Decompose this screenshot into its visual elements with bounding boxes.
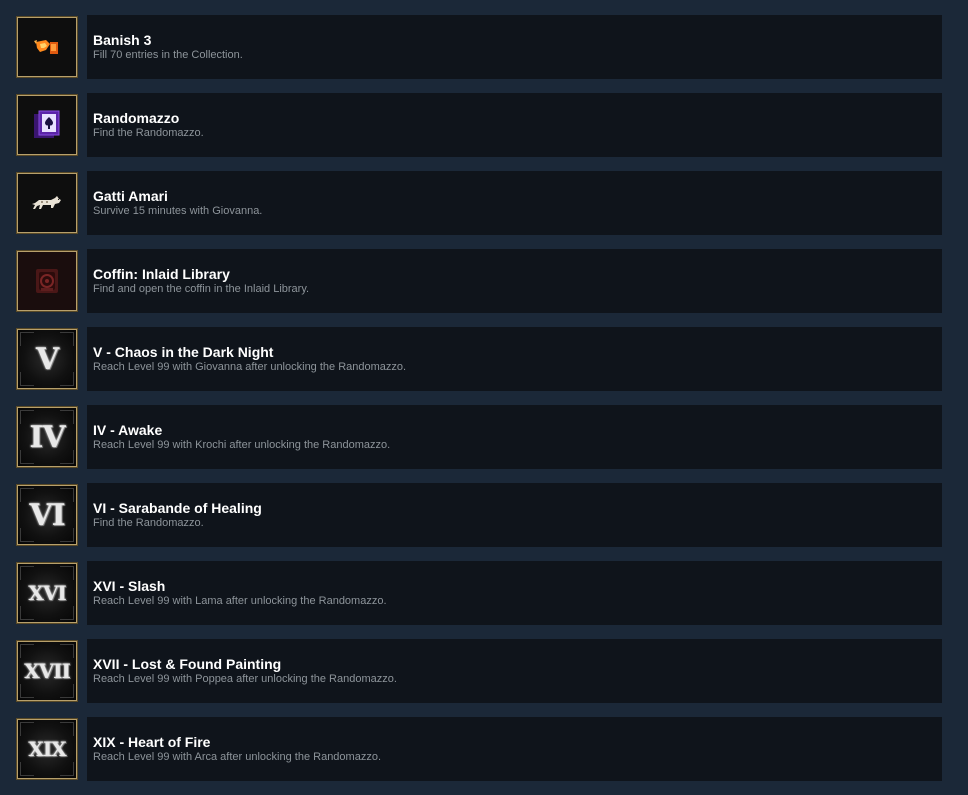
achievement-title: XVII - Lost & Found Painting [93, 656, 282, 672]
achievement-list: Banish 3 Fill 70 entries in the Collecti… [0, 0, 968, 795]
roman-xix-icon: XIX [18, 720, 76, 778]
achievement-row: Randomazzo Find the Randomazzo. [16, 93, 942, 157]
achievement-row: XIX XIX - Heart of Fire Reach Level 99 w… [16, 717, 942, 781]
roman-xvi-icon: XVI [18, 564, 76, 622]
randomazzo-card-icon [18, 96, 76, 154]
achievement-title: Gatti Amari [93, 188, 168, 204]
achievement-icon-frame [16, 250, 78, 312]
roman-numeral: V [35, 341, 59, 377]
achievement-row: V V - Chaos in the Dark Night Reach Leve… [16, 327, 942, 391]
roman-iv-icon: IV [18, 408, 76, 466]
achievement-row: Banish 3 Fill 70 entries in the Collecti… [16, 15, 942, 79]
achievement-description: Reach Level 99 with Poppea after unlocki… [93, 673, 397, 685]
achievement-description: Find and open the coffin in the Inlaid L… [93, 283, 310, 295]
achievement-panel: VI - Sarabande of Healing Find the Rando… [87, 483, 942, 547]
achievement-description: Reach Level 99 with Giovanna after unloc… [93, 361, 407, 373]
achievement-icon-frame: XIX [16, 718, 78, 780]
achievement-title: Banish 3 [93, 32, 152, 48]
achievement-icon-frame: XVII [16, 640, 78, 702]
achievement-panel: Gatti Amari Survive 15 minutes with Giov… [87, 171, 942, 235]
achievement-panel: Randomazzo Find the Randomazzo. [87, 93, 942, 157]
achievement-row: XVII XVII - Lost & Found Painting Reach … [16, 639, 942, 703]
achievement-title: IV - Awake [93, 422, 163, 438]
banish-icon [18, 18, 76, 76]
achievement-description: Find the Randomazzo. [93, 127, 204, 139]
achievement-description: Reach Level 99 with Lama after unlocking… [93, 595, 387, 607]
achievement-icon-frame [16, 16, 78, 78]
roman-xvii-icon: XVII [18, 642, 76, 700]
achievement-title: VI - Sarabande of Healing [93, 500, 262, 516]
achievement-icon-frame [16, 172, 78, 234]
achievement-icon-frame: V [16, 328, 78, 390]
achievement-panel: Banish 3 Fill 70 entries in the Collecti… [87, 15, 942, 79]
achievement-icon-frame: XVI [16, 562, 78, 624]
achievement-row: Gatti Amari Survive 15 minutes with Giov… [16, 171, 942, 235]
cat-icon [18, 174, 76, 232]
achievement-row: Coffin: Inlaid Library Find and open the… [16, 249, 942, 313]
achievement-panel: XVII - Lost & Found Painting Reach Level… [87, 639, 942, 703]
achievement-title: V - Chaos in the Dark Night [93, 344, 274, 360]
achievement-description: Fill 70 entries in the Collection. [93, 49, 243, 61]
achievement-row: XVI XVI - Slash Reach Level 99 with Lama… [16, 561, 942, 625]
roman-v-icon: V [18, 330, 76, 388]
achievement-description: Find the Randomazzo. [93, 517, 204, 529]
coffin-icon [18, 252, 76, 310]
achievement-icon-frame [16, 94, 78, 156]
achievement-icon-frame: IV [16, 406, 78, 468]
achievement-row: IV IV - Awake Reach Level 99 with Krochi… [16, 405, 942, 469]
achievement-title: XIX - Heart of Fire [93, 734, 211, 750]
roman-numeral: XIX [28, 737, 66, 761]
achievement-panel: XVI - Slash Reach Level 99 with Lama aft… [87, 561, 942, 625]
achievement-description: Reach Level 99 with Krochi after unlocki… [93, 439, 391, 451]
roman-numeral: XVII [24, 659, 71, 683]
achievement-panel: XIX - Heart of Fire Reach Level 99 with … [87, 717, 942, 781]
achievement-title: XVI - Slash [93, 578, 166, 594]
achievement-panel: V - Chaos in the Dark Night Reach Level … [87, 327, 942, 391]
achievement-icon-frame: VI [16, 484, 78, 546]
roman-vi-icon: VI [18, 486, 76, 544]
achievement-panel: Coffin: Inlaid Library Find and open the… [87, 249, 942, 313]
roman-numeral: XVI [28, 581, 66, 605]
achievement-description: Reach Level 99 with Arca after unlocking… [93, 751, 381, 763]
achievement-title: Coffin: Inlaid Library [93, 266, 230, 282]
achievement-panel: IV - Awake Reach Level 99 with Krochi af… [87, 405, 942, 469]
achievement-description: Survive 15 minutes with Giovanna. [93, 205, 263, 217]
achievement-title: Randomazzo [93, 110, 180, 126]
achievement-row: VI VI - Sarabande of Healing Find the Ra… [16, 483, 942, 547]
